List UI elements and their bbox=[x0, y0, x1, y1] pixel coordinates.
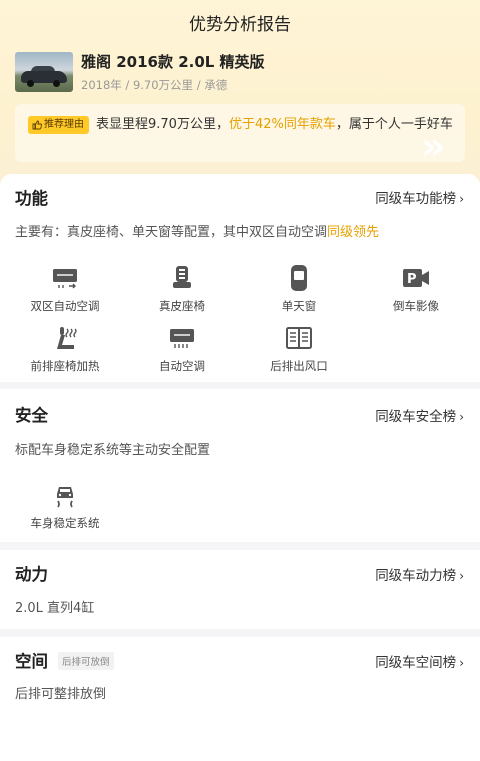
function-desc-highlight: 同级领先 bbox=[327, 225, 380, 240]
feature-label: 双区自动空调 bbox=[30, 299, 100, 313]
feature-leather-seat[interactable]: 真皮座椅 bbox=[122, 264, 242, 314]
leather-seat-icon bbox=[173, 266, 191, 288]
feature-label: 真皮座椅 bbox=[159, 299, 205, 313]
feature-label: 倒车影像 bbox=[393, 299, 439, 313]
power-rank-link[interactable]: 同级车动力榜 › bbox=[375, 564, 464, 584]
safety-section: 安全 同级车安全榜 › 标配车身稳定系统等主动安全配置 车身稳定系统 bbox=[0, 389, 480, 542]
chevron-right-icon: › bbox=[459, 569, 464, 583]
feature-rear-vent[interactable]: 后排出风口 bbox=[239, 324, 359, 374]
car-info: 雅阁 2016款 2.0L 精英版 2018年 / 9.70万公里 / 承德 bbox=[15, 50, 465, 94]
function-desc-text: 主要有：真皮座椅、单天窗等配置，其中双区自动空调 bbox=[15, 225, 328, 240]
feature-sunroof[interactable]: 单天窗 bbox=[239, 264, 359, 314]
space-desc: 后排可整排放倒 bbox=[15, 687, 107, 702]
chevron-right-icon: › bbox=[459, 656, 464, 670]
reverse-camera-icon: P bbox=[403, 269, 429, 287]
stability-control-icon bbox=[57, 487, 73, 508]
function-title: 功能 bbox=[15, 189, 48, 208]
recommend-reason-text: 表显里程9.70万公里，优于42%同年款车，属于个人一手好车 bbox=[28, 115, 458, 135]
space-section: 空间 后排可放倒 同级车空间榜 › 后排可整排放倒 bbox=[0, 637, 480, 717]
feature-auto-ac[interactable]: 自动空调 bbox=[122, 324, 242, 374]
power-rank-label: 同级车动力榜 bbox=[375, 568, 457, 584]
auto-ac-icon bbox=[170, 329, 194, 348]
chevron-right-icon: › bbox=[459, 192, 464, 206]
recommend-reason-card: » 表显里程9.70万公里，优于42%同年款车，属于个人一手好车 推荐理由 bbox=[15, 104, 465, 162]
reason-text-a: 表显里程9.70万公里， bbox=[96, 117, 229, 132]
recommend-reason-badge: 推荐理由 bbox=[28, 116, 89, 134]
power-title: 动力 bbox=[15, 565, 48, 584]
feature-dual-zone-ac[interactable]: 双区自动空调 bbox=[5, 264, 125, 314]
function-section: 功能 同级车功能榜 › 主要有：真皮座椅、单天窗等配置，其中双区自动空调同级领先 … bbox=[0, 174, 480, 382]
car-name: 雅阁 2016款 2.0L 精英版 bbox=[81, 53, 265, 71]
feature-seat-heating[interactable]: 前排座椅加热 bbox=[5, 324, 125, 374]
power-section: 动力 同级车动力榜 › 2.0L 直列4缸 bbox=[0, 550, 480, 629]
feature-stability-control[interactable]: 车身稳定系统 bbox=[5, 481, 125, 531]
rear-vent-icon bbox=[286, 327, 312, 349]
feature-label: 后排出风口 bbox=[270, 359, 328, 373]
dual-zone-ac-icon bbox=[53, 269, 77, 289]
feature-reverse-camera[interactable]: P 倒车影像 bbox=[356, 264, 476, 314]
function-rank-link[interactable]: 同级车功能榜 › bbox=[375, 187, 464, 207]
sunroof-icon bbox=[291, 265, 307, 291]
safety-rank-link[interactable]: 同级车安全榜 › bbox=[375, 405, 464, 425]
space-rank-link[interactable]: 同级车空间榜 › bbox=[375, 651, 464, 671]
badge-label: 推荐理由 bbox=[44, 119, 84, 130]
feature-label: 单天窗 bbox=[281, 299, 317, 313]
seat-heating-icon bbox=[57, 327, 77, 349]
feature-label: 前排座椅加热 bbox=[30, 359, 100, 373]
car-thumbnail[interactable] bbox=[15, 52, 73, 92]
safety-title: 安全 bbox=[15, 406, 48, 425]
space-tag: 后排可放倒 bbox=[58, 652, 114, 670]
car-meta: 2018年 / 9.70万公里 / 承德 bbox=[81, 78, 228, 92]
svg-text:P: P bbox=[407, 272, 417, 287]
function-desc: 主要有：真皮座椅、单天窗等配置，其中双区自动空调同级领先 bbox=[15, 221, 379, 240]
power-desc: 2.0L 直列4缸 bbox=[15, 601, 95, 616]
function-rank-label: 同级车功能榜 bbox=[375, 191, 457, 207]
space-rank-label: 同级车空间榜 bbox=[375, 655, 457, 671]
bottom-area bbox=[0, 717, 480, 761]
safety-desc: 标配车身稳定系统等主动安全配置 bbox=[15, 443, 211, 458]
feature-label: 自动空调 bbox=[159, 359, 205, 373]
chevron-right-icon: › bbox=[459, 410, 464, 424]
space-title: 空间 bbox=[15, 652, 48, 671]
page-title: 优势分析报告 bbox=[189, 15, 291, 35]
thumbs-up-icon bbox=[32, 120, 42, 130]
safety-rank-label: 同级车安全榜 bbox=[375, 409, 457, 425]
reason-highlight: 优于42%同年款车 bbox=[228, 117, 336, 132]
feature-label: 车身稳定系统 bbox=[30, 516, 100, 530]
reason-text-b: ，属于个人一手好车 bbox=[335, 117, 453, 132]
